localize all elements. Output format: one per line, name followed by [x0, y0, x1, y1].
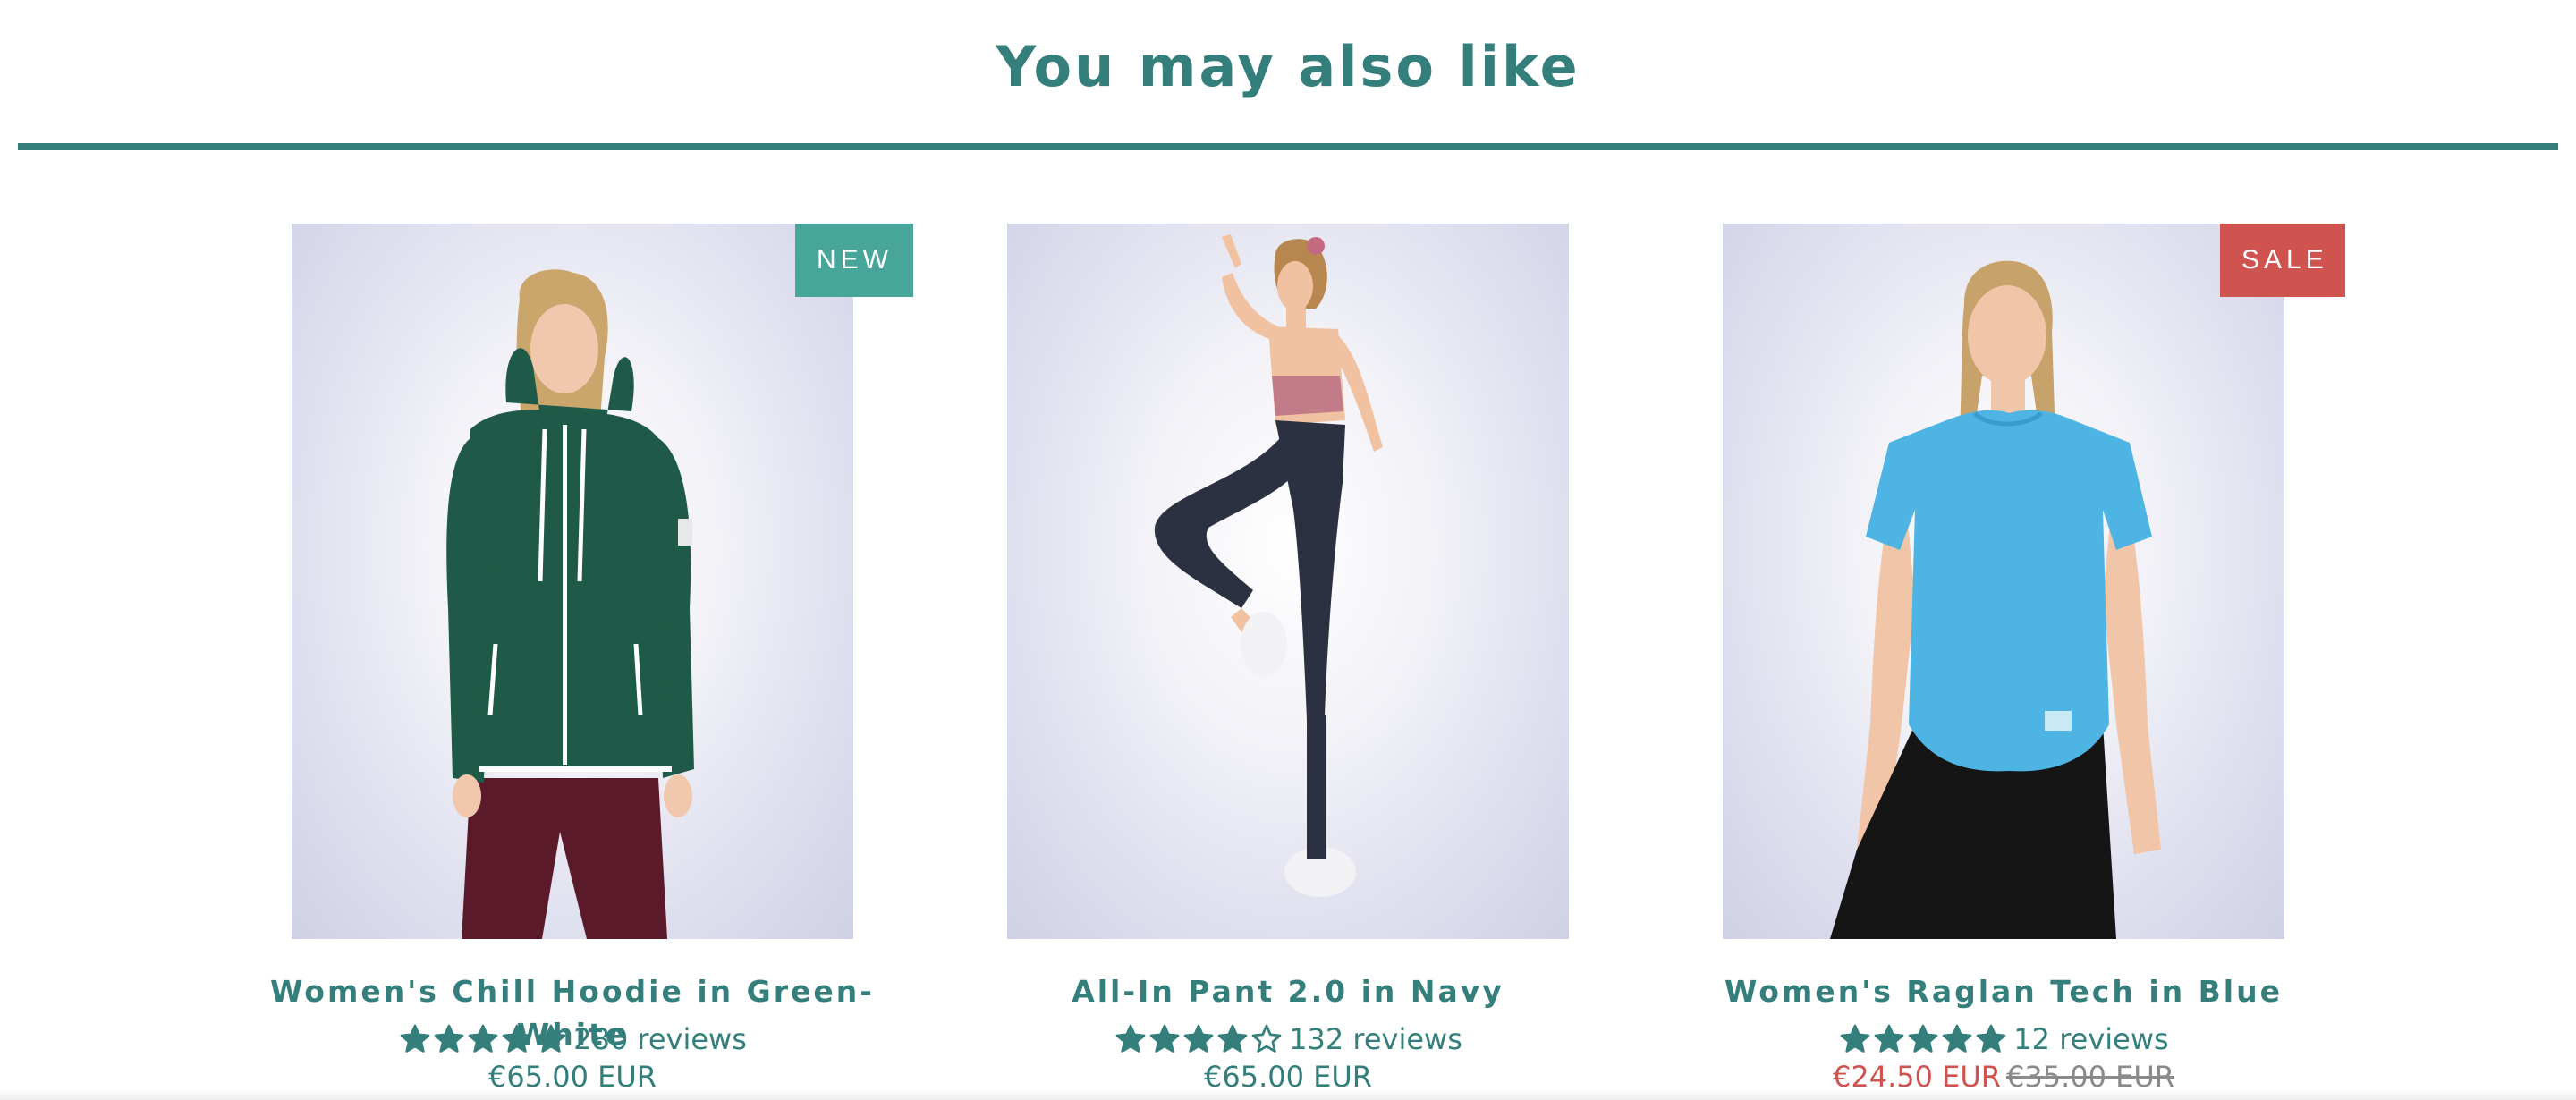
hoodie-model-photo: [446, 269, 694, 939]
product-rating: 12 reviews: [1655, 1020, 2352, 1057]
star-filled-icon: [1115, 1024, 1146, 1053]
pant-model-photo: [1154, 234, 1383, 897]
reviews-count[interactable]: 12 reviews: [2013, 1020, 2168, 1058]
product-rating: 132 reviews: [939, 1020, 1637, 1057]
star-filled-icon: [1976, 1024, 2006, 1053]
product-rating: 280 reviews: [224, 1020, 921, 1057]
star-filled-icon: [1874, 1024, 1904, 1053]
rating-stars: [1838, 1023, 2008, 1055]
product-card[interactable]: All-In Pant 2.0 in Navy 132 reviews €65.…: [939, 224, 1637, 1100]
reviews-count[interactable]: 280 reviews: [573, 1020, 747, 1058]
recommendations-section: You may also like NEW Women's Chill Hood…: [0, 0, 2576, 1100]
star-filled-icon: [434, 1024, 464, 1053]
star-filled-icon: [1942, 1024, 1972, 1053]
product-image-pant[interactable]: [1007, 224, 1569, 939]
product-image-hoodie[interactable]: [292, 224, 853, 939]
star-filled-icon: [1183, 1024, 1214, 1053]
section-title: You may also like: [996, 34, 1580, 99]
sale-badge: SALE: [2220, 224, 2345, 297]
star-filled-icon: [1149, 1024, 1180, 1053]
star-filled-icon: [400, 1024, 430, 1053]
star-filled-icon: [536, 1024, 566, 1053]
section-divider: [18, 143, 2558, 150]
product-image-tee[interactable]: [1723, 224, 2284, 939]
star-empty-icon: [1251, 1024, 1282, 1053]
star-filled-icon: [502, 1024, 532, 1053]
star-filled-icon: [1840, 1024, 1870, 1053]
rating-stars: [398, 1023, 568, 1055]
product-card[interactable]: SALE Women's Raglan Tech in Blue 12 revi…: [1655, 224, 2352, 1100]
star-filled-icon: [468, 1024, 498, 1053]
product-title[interactable]: All-In Pant 2.0 in Navy: [939, 970, 1637, 1013]
rating-stars: [1114, 1023, 1284, 1055]
reviews-count[interactable]: 132 reviews: [1289, 1020, 1462, 1058]
star-filled-icon: [1217, 1024, 1248, 1053]
bottom-edge-shadow: [0, 1089, 2576, 1100]
new-badge: NEW: [795, 224, 913, 297]
tee-model-photo: [1830, 260, 2161, 939]
star-filled-icon: [1908, 1024, 1938, 1053]
product-card[interactable]: NEW Women's Chill Hoodie in Green-White …: [224, 224, 921, 1100]
product-title[interactable]: Women's Raglan Tech in Blue: [1655, 970, 2352, 1013]
